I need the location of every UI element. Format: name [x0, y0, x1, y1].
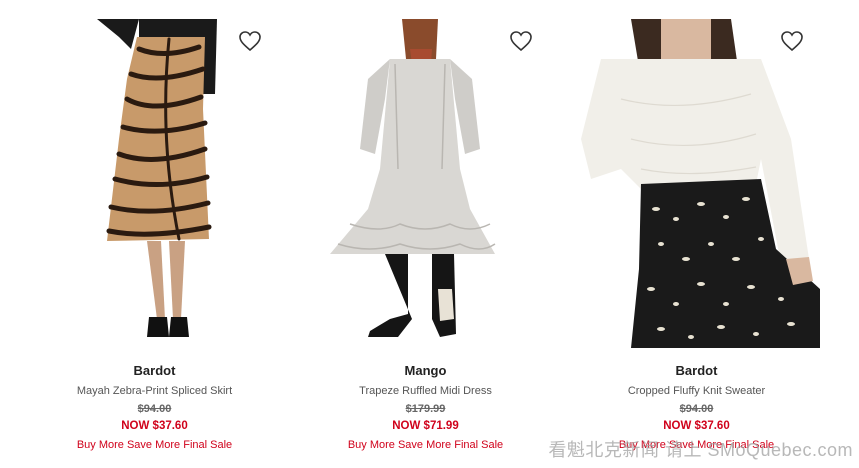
product-image[interactable]	[19, 19, 278, 348]
heart-outline-icon[interactable]	[780, 30, 804, 52]
promo-text: Buy More Save More Final Sale	[76, 439, 233, 451]
product-name[interactable]: Cropped Fluffy Knit Sweater	[561, 383, 832, 399]
watermark-text: 看魁北克新闻 请上 SMoQuebec.com	[548, 440, 853, 460]
original-price: $94.00	[137, 403, 172, 415]
sale-price: NOW $37.60	[663, 420, 730, 432]
product-image[interactable]	[561, 19, 820, 348]
original-price: $179.99	[405, 403, 446, 415]
sale-price: NOW $71.99	[392, 420, 459, 432]
product-name[interactable]: Trapeze Ruffled Midi Dress	[290, 383, 561, 399]
product-info: Mango Trapeze Ruffled Midi Dress $179.99…	[290, 362, 561, 453]
product-card[interactable]: Bardot Cropped Fluffy Knit Sweater $94.0…	[561, 0, 832, 468]
original-price: $94.00	[679, 403, 714, 415]
product-info: Bardot Mayah Zebra-Print Spliced Skirt $…	[19, 362, 290, 453]
heart-outline-icon[interactable]	[238, 30, 262, 52]
heart-outline-icon[interactable]	[509, 30, 533, 52]
promo-text: Buy More Save More Final Sale	[347, 439, 504, 451]
product-card[interactable]: Bardot Mayah Zebra-Print Spliced Skirt $…	[19, 0, 290, 468]
sale-price: NOW $37.60	[121, 420, 188, 432]
product-name[interactable]: Mayah Zebra-Print Spliced Skirt	[19, 383, 290, 399]
product-brand[interactable]: Mango	[290, 362, 561, 380]
product-brand[interactable]: Bardot	[561, 362, 832, 380]
product-image[interactable]	[290, 19, 549, 348]
product-brand[interactable]: Bardot	[19, 362, 290, 380]
product-card[interactable]: Mango Trapeze Ruffled Midi Dress $179.99…	[290, 0, 561, 468]
